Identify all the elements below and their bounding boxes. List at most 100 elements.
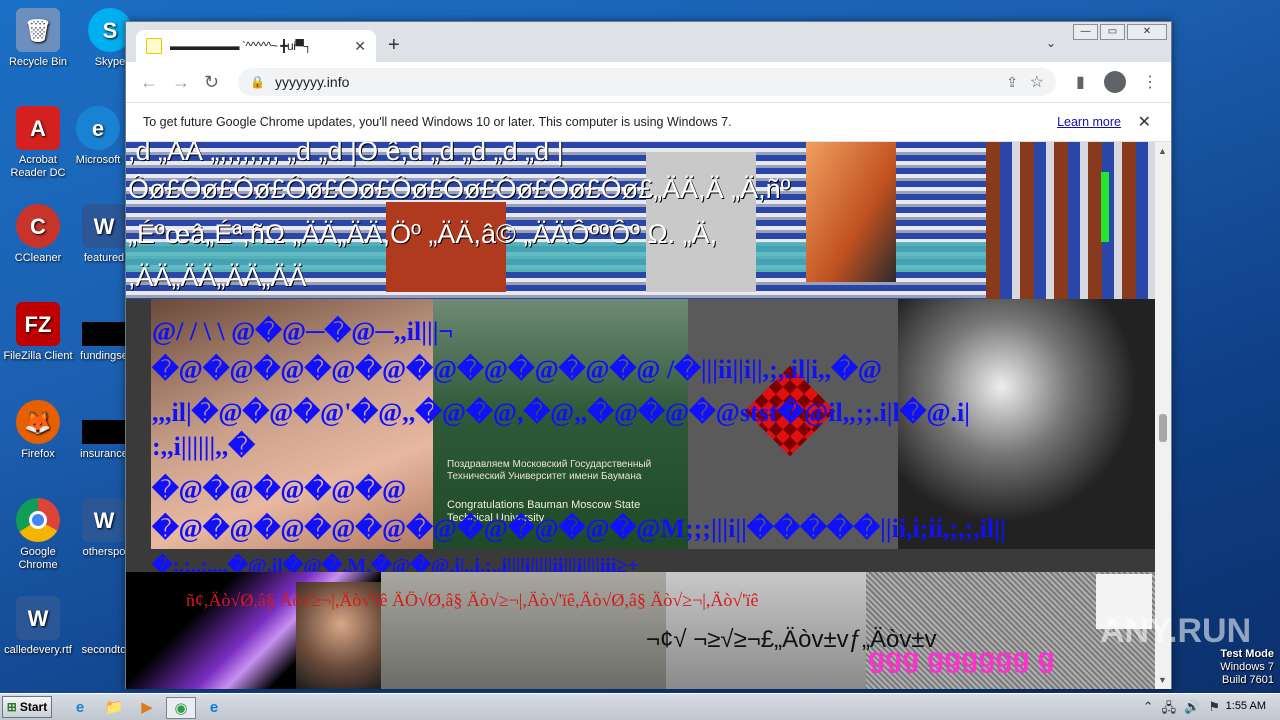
edge-glyph: e xyxy=(76,106,120,150)
desktop-icon-label: Recycle Bin xyxy=(8,56,68,68)
blue-garbled-line: �@�@�@�@�@ xyxy=(152,475,407,504)
black-file-glyph xyxy=(82,322,126,346)
browser-toolbar: ← → ↻ 🔒 yyyyyyy.info ⇪ ☆ ▮ ⋮ xyxy=(126,62,1171,102)
side-panel-icon[interactable]: ▮ xyxy=(1076,72,1085,92)
scroll-thumb[interactable] xyxy=(1159,414,1167,442)
tab-title: ▬▬▬▬▬▬ `^^^^^~ ╋ui▀┐ xyxy=(170,39,312,53)
infobar-message: To get future Google Chrome updates, you… xyxy=(143,115,732,129)
desktop-icon-label: calledevery.rtf xyxy=(4,644,72,656)
start-label: Start xyxy=(19,700,48,714)
desktop-icon-label: CCleaner xyxy=(14,252,62,264)
glitch-block xyxy=(986,142,1156,299)
desktop-icon-label: Skype xyxy=(94,56,126,68)
profile-avatar[interactable] xyxy=(1104,71,1126,93)
test-mode-line: Build 7601 xyxy=(1222,674,1274,686)
word-doc-glyph: W xyxy=(82,498,126,542)
desktop-icon-label: Microsoft xyxy=(75,154,121,166)
favicon-icon xyxy=(146,38,162,54)
scroll-down-icon[interactable]: ▼ xyxy=(1158,675,1167,685)
window-controls: — ▭ ✕ xyxy=(1073,24,1167,40)
desktop-icon-label: Google Chrome xyxy=(18,546,58,571)
share-icon[interactable]: ⇪ xyxy=(1006,74,1018,91)
garbled-text-line: Ôø£Ôø£Ôø£Ôø£Ôø£Ôø£Ôø£Ôø£Ôø£Ôø£„ÄÄ,Ä „Ä,ñ… xyxy=(128,174,791,204)
ccleaner-glyph: C xyxy=(16,204,60,248)
edge-icon[interactable]: e xyxy=(202,697,226,719)
anyrun-watermark: ANY.RUN xyxy=(1100,612,1252,650)
garbled-text-line: ,d „ÄÄ „,,,,,,,, „d „d |Ò ê,d „d „d „d „… xyxy=(128,142,564,166)
windows-logo-icon: ⊞ xyxy=(6,700,17,714)
pink-garbled-line: ggg gggggg g xyxy=(868,642,1055,673)
red-garbled-line: ñ¢,Äò√Ø,â§ Äò√≥¬|,Äò√'ïê ÄÖ√Ø,â§ Äò√≥¬|,… xyxy=(186,590,759,610)
garbled-text-line: ,ÄÄ„ÄÄ„ÄÄ„ÄÄ xyxy=(128,262,307,292)
desktop-icon-label: fundingse xyxy=(80,350,128,362)
close-window-button[interactable]: ✕ xyxy=(1127,24,1167,40)
page-scrollbar[interactable]: ▲ ▼ xyxy=(1155,142,1171,689)
address-bar[interactable]: 🔒 yyyyyyy.info ⇪ ☆ xyxy=(238,68,1056,96)
word-doc-glyph: W xyxy=(16,596,60,640)
desktop-icon-label: secondto xyxy=(81,644,127,656)
recycle-bin-icon[interactable]: 🗑 Recycle Bin xyxy=(0,8,76,69)
blue-garbled-line: �@�@�@�@�@�@�@�@�@�@ /�|||ii||i||,;,.il|… xyxy=(152,355,882,384)
desktop-icon-label: insurance xyxy=(80,448,128,460)
glitch-block xyxy=(806,142,896,282)
lock-icon[interactable]: 🔒 xyxy=(250,75,265,89)
desktop-icon-label: featured xyxy=(83,252,125,264)
blue-garbled-line: �@�@�@�@�@�@�@�@�@�@M;;;|||i||�����||ii,… xyxy=(152,514,1006,543)
chrome-glyph xyxy=(16,498,60,542)
learn-more-link[interactable]: Learn more xyxy=(1057,115,1121,129)
photo-text-russian: Поздравляем Московский Государственный Т… xyxy=(447,459,652,482)
page-content[interactable]: ,d „ÄÄ „,,,,,,,, „d „d |Ò ê,d „d „d „d „… xyxy=(126,142,1156,689)
blue-garbled-line: :,,i||||||,,� xyxy=(152,432,255,461)
google-chrome-icon[interactable]: Google Chrome xyxy=(0,498,76,572)
test-mode-line: Windows 7 xyxy=(1220,661,1274,673)
firefox-icon[interactable]: 🦊 Firefox xyxy=(0,400,76,461)
filezilla-icon[interactable]: FZ FileZilla Client xyxy=(0,302,76,363)
chrome-menu-icon[interactable]: ⋮ xyxy=(1142,72,1158,92)
desktop-icon-label: Acrobat Reader DC xyxy=(10,154,66,179)
tray-expand-icon[interactable]: ⌃ xyxy=(1143,699,1154,720)
black-file-glyph xyxy=(82,420,126,444)
minimize-button[interactable]: — xyxy=(1073,24,1098,40)
blue-garbled-line: @/ / \ \ @�@─�@─,,il|||¬ xyxy=(152,317,454,346)
acrobat-glyph: A xyxy=(16,106,60,150)
action-center-flag-icon[interactable]: ⚑ xyxy=(1208,699,1220,720)
tab-search-button[interactable]: ⌄ xyxy=(1046,36,1056,50)
infobar-close-icon[interactable]: ✕ xyxy=(1138,112,1151,132)
calledevery-doc-icon[interactable]: W calledevery.rtf xyxy=(0,596,76,657)
clock[interactable]: 1:55 AM xyxy=(1226,700,1266,712)
reload-button[interactable]: ↻ xyxy=(204,72,219,93)
back-button[interactable]: ← xyxy=(140,72,158,93)
desktop-icon-label: FileZilla Client xyxy=(3,350,73,362)
glitch-block xyxy=(1101,172,1109,242)
taskbar: ⊞ Start e 📁 ▶ ◉ e ⌃ 🖧 🔊 ⚑ 1:55 AM xyxy=(0,693,1280,720)
test-mode-label: Test Mode Windows 7 Build 7601 xyxy=(1220,648,1274,687)
blue-garbled-line: ,,,il|�@�@�@'�@,,�@�@,�@,,�@�@�@stst�@il… xyxy=(152,398,970,427)
explorer-icon[interactable]: 📁 xyxy=(102,697,126,719)
maximize-button[interactable]: ▭ xyxy=(1100,24,1125,40)
ccleaner-icon[interactable]: C CCleaner xyxy=(0,204,76,265)
tab-strip: ▬▬▬▬▬▬ `^^^^^~ ╋ui▀┐ ✕ + ⌄ — ▭ ✕ xyxy=(126,22,1171,62)
volume-icon[interactable]: 🔊 xyxy=(1184,699,1200,720)
network-icon[interactable]: 🖧 xyxy=(1162,699,1177,720)
url-text[interactable]: yyyyyyy.info xyxy=(275,74,349,90)
firefox-glyph: 🦊 xyxy=(16,400,60,444)
new-tab-button[interactable]: + xyxy=(388,34,400,57)
desktop-icon-label: otherspo xyxy=(82,546,126,558)
recycle-bin-glyph: 🗑 xyxy=(16,8,60,52)
ie-icon[interactable]: e xyxy=(68,697,92,719)
garbled-text-line: „Éºœâ„Éª,ñΩ „ÄÄ„ÄÄ,Öº „ÄÄ,â© „ÄÄÔººÔº Ω.… xyxy=(128,219,718,249)
start-button[interactable]: ⊞ Start xyxy=(2,696,52,718)
filezilla-glyph: FZ xyxy=(16,302,60,346)
desktop-icon-label: Firefox xyxy=(21,448,55,460)
forward-button[interactable]: → xyxy=(172,72,190,93)
bookmark-star-icon[interactable]: ☆ xyxy=(1030,72,1044,92)
chrome-window: ▬▬▬▬▬▬ `^^^^^~ ╋ui▀┐ ✕ + ⌄ — ▭ ✕ ← → ↻ 🔒… xyxy=(125,21,1172,689)
word-doc-glyph: W xyxy=(82,204,126,248)
scroll-up-icon[interactable]: ▲ xyxy=(1158,146,1167,156)
tab-close-icon[interactable]: ✕ xyxy=(354,38,366,55)
black-file-glyph xyxy=(82,596,126,640)
media-player-icon[interactable]: ▶ xyxy=(135,697,159,719)
active-tab[interactable]: ▬▬▬▬▬▬ `^^^^^~ ╋ui▀┐ ✕ xyxy=(136,30,376,62)
system-tray: ⌃ 🖧 🔊 ⚑ xyxy=(1143,699,1220,720)
chrome-icon[interactable]: ◉ xyxy=(166,697,196,719)
